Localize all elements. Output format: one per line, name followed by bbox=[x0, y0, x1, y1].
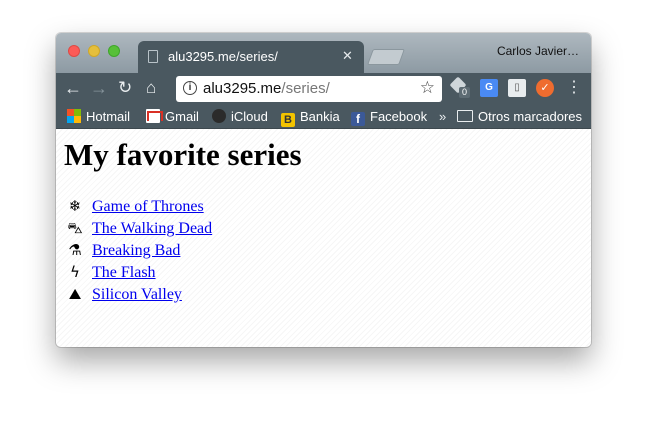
series-link-the-walking-dead[interactable]: The Walking Dead bbox=[92, 220, 212, 237]
list-item: ❄ Game of Thrones bbox=[66, 195, 212, 217]
active-tab[interactable]: alu3295.me/series/ ✕ bbox=[138, 41, 364, 73]
forward-icon[interactable]: → bbox=[90, 77, 108, 99]
tab-title: alu3295.me/series/ bbox=[168, 49, 278, 64]
toolbar: ← → ↻ ⌂ i alu3295.me/series/ ☆ 0 G ▯ ✓ ⋮ bbox=[56, 73, 591, 105]
window-close-button[interactable] bbox=[68, 45, 80, 57]
reload-icon[interactable]: ↻ bbox=[118, 77, 132, 99]
bookmark-bankia[interactable]: B Bankia bbox=[281, 108, 340, 127]
series-link-the-flash[interactable]: The Flash bbox=[92, 264, 156, 281]
lightning-bolt-icon: ϟ bbox=[70, 263, 80, 281]
apple-logo-icon bbox=[212, 109, 226, 123]
series-link-silicon-valley[interactable]: Silicon Valley bbox=[92, 286, 182, 303]
other-bookmarks-folder[interactable]: Otros marcadores bbox=[457, 108, 582, 126]
page-icon bbox=[148, 50, 158, 63]
url-host: alu3295.me bbox=[203, 80, 282, 97]
extension-badge: 0 bbox=[459, 87, 470, 98]
tab-close-icon[interactable]: ✕ bbox=[342, 48, 353, 64]
tab-strip: alu3295.me/series/ ✕ Carlos Javier… bbox=[56, 33, 591, 73]
back-icon[interactable]: ← bbox=[64, 77, 82, 99]
gmail-logo-icon bbox=[146, 109, 163, 123]
list-item: ⛍ The Walking Dead bbox=[66, 217, 212, 239]
browser-menu-icon[interactable]: ⋮ bbox=[566, 77, 582, 99]
new-tab-button[interactable] bbox=[367, 49, 405, 65]
bookmarks-bar: Hotmail Gmail iCloud B Bankia f Facebook »… bbox=[56, 105, 591, 129]
browser-window: alu3295.me/series/ ✕ Carlos Javier… ← → … bbox=[56, 33, 591, 347]
bookmark-label: iCloud bbox=[231, 109, 268, 124]
bookmark-facebook[interactable]: f Facebook bbox=[351, 108, 427, 126]
bankia-logo-icon: B bbox=[281, 113, 295, 127]
url-text[interactable]: alu3295.me/series/ bbox=[203, 80, 330, 97]
snowflake-icon: ❄ bbox=[68, 197, 82, 215]
page-title: My favorite series bbox=[64, 137, 302, 172]
list-item: ⚗ Breaking Bad bbox=[66, 239, 212, 261]
page-content: My favorite series ❄ Game of Thrones ⛍ The… bbox=[56, 129, 591, 347]
site-info-icon[interactable]: i bbox=[183, 81, 197, 95]
window-minimize-button[interactable] bbox=[88, 45, 100, 57]
bookmark-star-icon[interactable]: ☆ bbox=[420, 78, 435, 98]
bookmark-label: Facebook bbox=[370, 109, 428, 124]
facebook-logo-icon: f bbox=[351, 112, 365, 126]
extension-1-icon[interactable]: 0 bbox=[449, 76, 470, 98]
bookmark-gmail[interactable]: Gmail bbox=[146, 108, 199, 126]
series-list: ❄ Game of Thrones ⛍ The Walking Dead ⚗ Brea… bbox=[66, 195, 212, 305]
translate-extension-icon[interactable]: G bbox=[480, 79, 498, 97]
folder-icon bbox=[457, 110, 473, 122]
list-item: ϟ The Flash bbox=[66, 261, 212, 283]
bookmark-hotmail[interactable]: Hotmail bbox=[67, 108, 130, 126]
bookmark-label: Bankia bbox=[300, 109, 340, 124]
profile-name[interactable]: Carlos Javier… bbox=[497, 44, 579, 58]
url-path: /series/ bbox=[281, 80, 330, 97]
bookmark-icloud[interactable]: iCloud bbox=[212, 108, 268, 126]
microsoft-logo-icon bbox=[67, 109, 81, 123]
series-link-game-of-thrones[interactable]: Game of Thrones bbox=[92, 198, 204, 215]
bookmark-label: Hotmail bbox=[86, 109, 131, 124]
valley-icon: ⛰ bbox=[68, 285, 82, 303]
list-item: ⛰ Silicon Valley bbox=[66, 283, 212, 305]
check-extension-icon[interactable]: ✓ bbox=[536, 79, 554, 97]
bookmark-label: Gmail bbox=[165, 109, 199, 124]
bookmarks-overflow-button[interactable]: » bbox=[439, 108, 446, 126]
series-link-breaking-bad[interactable]: Breaking Bad bbox=[92, 242, 180, 259]
road-icon: ⛍ bbox=[67, 219, 83, 237]
other-bookmarks-label: Otros marcadores bbox=[478, 109, 583, 124]
address-bar[interactable]: i alu3295.me/series/ ☆ bbox=[176, 76, 442, 102]
home-icon[interactable]: ⌂ bbox=[146, 77, 156, 99]
window-maximize-button[interactable] bbox=[108, 45, 120, 57]
document-extension-icon[interactable]: ▯ bbox=[508, 79, 526, 97]
flask-icon: ⚗ bbox=[68, 241, 82, 259]
